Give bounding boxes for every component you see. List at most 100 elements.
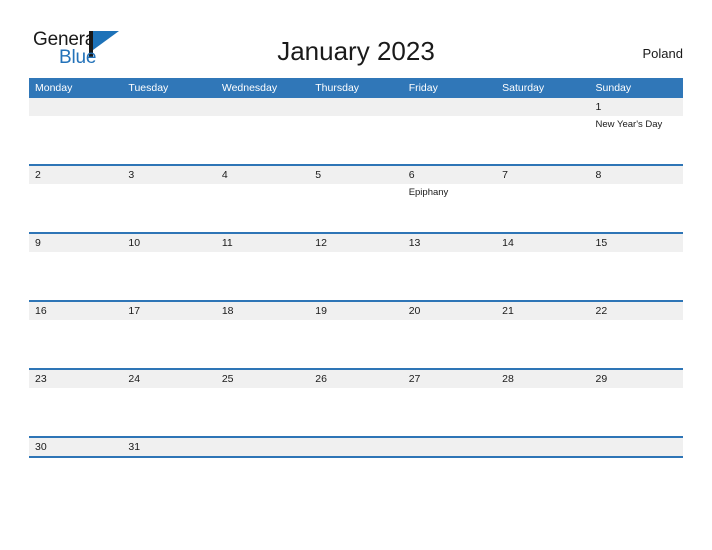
day-cell[interactable] bbox=[309, 438, 402, 456]
day-number: 24 bbox=[128, 373, 141, 385]
day-cell[interactable] bbox=[216, 98, 309, 164]
calendar-page: General Blue January 2023 Poland Monday … bbox=[0, 0, 712, 550]
week-row: 23 24 25 26 27 28 29 bbox=[29, 368, 683, 436]
day-cell[interactable]: 6 Epiphany bbox=[403, 166, 496, 232]
day-cell[interactable] bbox=[29, 98, 122, 164]
day-cell[interactable]: 1 New Year's Day bbox=[590, 98, 683, 164]
day-number: 30 bbox=[35, 441, 47, 453]
weekday-header-monday: Monday bbox=[35, 82, 73, 94]
day-number: 18 bbox=[221, 305, 234, 317]
day-cell[interactable]: 2 bbox=[29, 166, 122, 232]
day-cell[interactable]: 28 bbox=[496, 370, 589, 436]
weekday-header-row: Monday Tuesday Wednesday Thursday Friday… bbox=[29, 78, 683, 98]
day-cell[interactable] bbox=[403, 98, 496, 164]
day-cell[interactable]: 19 bbox=[309, 302, 402, 368]
day-number: 7 bbox=[502, 169, 508, 181]
day-number bbox=[409, 98, 496, 116]
day-number bbox=[502, 98, 589, 116]
day-cell[interactable]: 18 bbox=[216, 302, 309, 368]
day-number: 21 bbox=[502, 305, 514, 317]
day-number: 27 bbox=[408, 373, 421, 385]
day-cell[interactable]: 30 bbox=[29, 438, 122, 456]
day-number bbox=[128, 98, 215, 116]
weekday-header-saturday: Saturday bbox=[502, 82, 545, 94]
day-number: 23 bbox=[35, 373, 47, 385]
day-number: 2 bbox=[35, 169, 41, 181]
day-number bbox=[315, 98, 402, 116]
week-row: 30 31 bbox=[29, 436, 683, 458]
day-number: 14 bbox=[502, 237, 514, 249]
day-number: 17 bbox=[128, 305, 141, 317]
week-row: 9 10 11 12 13 14 15 bbox=[29, 232, 683, 300]
day-number bbox=[502, 438, 589, 456]
day-cell[interactable]: 29 bbox=[590, 370, 683, 436]
day-event: New Year's Day bbox=[595, 119, 663, 130]
day-cell[interactable]: 21 bbox=[496, 302, 589, 368]
day-cell[interactable]: 17 bbox=[122, 302, 215, 368]
day-cell[interactable]: 3 bbox=[122, 166, 215, 232]
day-event: Epiphany bbox=[408, 187, 449, 198]
day-cell[interactable]: 26 bbox=[309, 370, 402, 436]
day-number: 15 bbox=[595, 237, 608, 249]
day-number bbox=[409, 438, 496, 456]
day-number: 11 bbox=[221, 237, 233, 249]
day-cell[interactable] bbox=[309, 98, 402, 164]
day-cell[interactable]: 20 bbox=[403, 302, 496, 368]
day-number: 16 bbox=[35, 305, 47, 317]
weekday-header-tuesday: Tuesday bbox=[128, 82, 169, 94]
page-title: January 2023 bbox=[277, 36, 435, 66]
weekday-header-friday: Friday bbox=[408, 82, 438, 94]
day-number: 22 bbox=[595, 305, 608, 317]
day-number: 31 bbox=[128, 441, 141, 453]
day-cell[interactable] bbox=[496, 98, 589, 164]
week-row: 16 17 18 19 20 21 22 bbox=[29, 300, 683, 368]
week-row: 1 New Year's Day bbox=[29, 98, 683, 164]
day-cell[interactable]: 25 bbox=[216, 370, 309, 436]
day-cell[interactable]: 31 bbox=[122, 438, 215, 456]
day-cell[interactable]: 13 bbox=[403, 234, 496, 300]
day-cell[interactable]: 24 bbox=[122, 370, 215, 436]
day-cell[interactable]: 14 bbox=[496, 234, 589, 300]
day-cell[interactable]: 22 bbox=[590, 302, 683, 368]
day-number: 4 bbox=[221, 169, 228, 181]
day-cell[interactable]: 4 bbox=[216, 166, 309, 232]
day-cell[interactable] bbox=[590, 438, 683, 456]
weekday-header-wednesday: Wednesday bbox=[221, 82, 278, 94]
day-number: 19 bbox=[315, 305, 327, 317]
day-cell[interactable]: 12 bbox=[309, 234, 402, 300]
day-number bbox=[222, 438, 309, 456]
day-number: 6 bbox=[408, 169, 415, 181]
day-cell[interactable]: 5 bbox=[309, 166, 402, 232]
day-cell[interactable] bbox=[403, 438, 496, 456]
day-cell[interactable]: 15 bbox=[590, 234, 683, 300]
weekday-header-thursday: Thursday bbox=[315, 82, 360, 94]
day-cell[interactable] bbox=[496, 438, 589, 456]
day-number: 12 bbox=[315, 237, 327, 249]
weekday-header-sunday: Sunday bbox=[595, 82, 632, 94]
day-cell[interactable] bbox=[122, 98, 215, 164]
day-number: 20 bbox=[408, 305, 421, 317]
day-number: 10 bbox=[128, 237, 141, 249]
day-number: 1 bbox=[595, 101, 602, 113]
day-number bbox=[315, 438, 402, 456]
day-number bbox=[222, 98, 309, 116]
day-cell[interactable]: 8 bbox=[590, 166, 683, 232]
day-cell[interactable] bbox=[216, 438, 309, 456]
day-cell[interactable]: 9 bbox=[29, 234, 122, 300]
day-cell[interactable]: 11 bbox=[216, 234, 309, 300]
country-label: Poland bbox=[642, 46, 683, 61]
day-cell[interactable]: 23 bbox=[29, 370, 122, 436]
day-number: 26 bbox=[315, 373, 327, 385]
day-cell[interactable]: 10 bbox=[122, 234, 215, 300]
week-row: 2 3 4 5 6 Epiphany 7 8 bbox=[29, 164, 683, 232]
day-number: 3 bbox=[128, 169, 135, 181]
day-number: 8 bbox=[595, 169, 602, 181]
day-cell[interactable]: 7 bbox=[496, 166, 589, 232]
day-number: 29 bbox=[595, 373, 608, 385]
day-number: 9 bbox=[35, 237, 41, 249]
day-cell[interactable]: 27 bbox=[403, 370, 496, 436]
day-number: 25 bbox=[221, 373, 234, 385]
day-number: 13 bbox=[408, 237, 421, 249]
day-cell[interactable]: 16 bbox=[29, 302, 122, 368]
day-number: 5 bbox=[315, 169, 322, 181]
